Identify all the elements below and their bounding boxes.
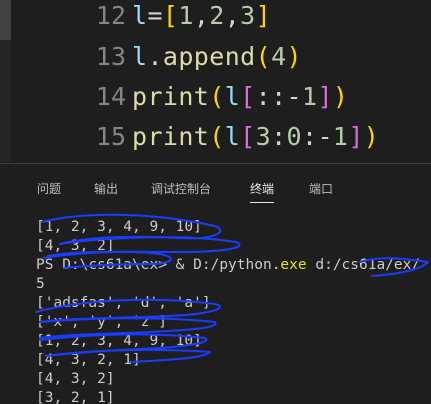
code-token: print: [132, 82, 210, 111]
code-token: ]: [255, 1, 272, 30]
code-token: ::: [255, 82, 287, 111]
code-editor[interactable]: 12 l=[1,2,3] 13 l.append(4) 14 print(l[::-1])…: [0, 0, 431, 162]
code-token: ): [286, 42, 302, 71]
code-token: (: [209, 122, 225, 151]
code-token: ): [363, 122, 380, 151]
terminal-line: [4, 3, 2, 1]: [36, 351, 431, 370]
code-token: l: [132, 1, 148, 30]
terminal-text: [1, 2, 3, 4, 9, 10]: [36, 333, 202, 349]
tab-ports[interactable]: 端口: [309, 180, 333, 197]
code-token: append: [162, 42, 256, 71]
terminal-line: [4, 3, 2]: [36, 237, 431, 256]
code-line[interactable]: 12 l=[1,2,3]: [0, 0, 431, 36]
tab-debug-console[interactable]: 调试控制台: [151, 180, 211, 197]
code-token: [: [240, 122, 256, 151]
code-text: print(l[3:0:-1]): [132, 117, 379, 157]
code-token: ,: [224, 1, 241, 30]
terminal-line: [4, 3, 2]: [36, 370, 431, 389]
terminal-line: ['adsfas', 'd', 'a']: [36, 294, 431, 313]
code-line[interactable]: 14 print(l[::-1]): [0, 77, 431, 117]
code-line[interactable]: 13 l.append(4): [0, 37, 431, 77]
code-token: ]: [348, 122, 364, 151]
code-token: [: [162, 1, 179, 30]
code-token: 3: [255, 122, 272, 151]
code-token: :: [301, 122, 318, 151]
terminal-text: PS D:\cs61a\ex> & D:/python: [36, 257, 272, 273]
code-text: l.append(4): [132, 37, 302, 77]
code-token: l: [224, 122, 241, 151]
terminal-text: [1, 2, 3, 4, 9, 10]: [36, 219, 202, 235]
tab-terminal[interactable]: 终端: [250, 180, 275, 203]
code-token: (: [209, 82, 225, 111]
tab-output[interactable]: 输出: [94, 180, 118, 197]
tab-problems[interactable]: 问题: [37, 180, 61, 197]
line-number: 12: [95, 1, 126, 30]
terminal-line: [1, 2, 3, 4, 9, 10]: [36, 332, 431, 351]
terminal-text: [4, 3, 2]: [36, 371, 115, 387]
terminal-text: ['x', 'y', 'z']: [36, 314, 167, 330]
code-token: :: [271, 122, 287, 151]
code-token: 3: [240, 1, 256, 30]
terminal-line: [1, 2, 3, 4, 9, 10]: [36, 218, 431, 237]
code-token: ,: [193, 1, 210, 30]
code-token: 4: [271, 42, 287, 71]
terminal-output[interactable]: [1, 2, 3, 4, 9, 10] [4, 3, 2] PS D:\cs61a\…: [36, 218, 431, 404]
terminal-text: [4, 3, 2]: [36, 238, 115, 254]
bottom-panel: 问题 输出 调试控制台 终端 端口 [1, 2, 3, 4, 9, 10] [4,…: [0, 163, 431, 404]
code-token: [: [240, 82, 256, 111]
code-token: ): [332, 82, 349, 111]
code-token: 0: [286, 122, 302, 151]
code-token: l: [224, 82, 241, 111]
code-token: ]: [317, 82, 333, 111]
line-number: 14: [95, 82, 126, 111]
terminal-line: PS D:\cs61a\ex> & D:/python.exe d:/cs61a…: [36, 256, 431, 275]
terminal-line: ['x', 'y', 'z']: [36, 313, 431, 332]
code-token: 2: [209, 1, 225, 30]
panel-tab-bar: 问题 输出 调试控制台 终端 端口: [0, 164, 431, 212]
code-text: print(l[::-1]): [132, 77, 348, 117]
terminal-text: .exe: [271, 257, 307, 273]
code-token: -: [317, 122, 333, 151]
terminal-line: [3, 2, 1]: [36, 389, 431, 404]
code-text: l=[1,2,3]: [132, 0, 271, 36]
code-token: 1: [178, 1, 194, 30]
code-token: 1: [301, 82, 318, 111]
code-token: (: [255, 42, 272, 71]
terminal-text: d:/cs61a/ex/: [306, 257, 421, 273]
terminal-text: [3, 2, 1]: [36, 390, 115, 404]
code-token: =: [147, 1, 163, 30]
code-token: .: [147, 42, 163, 71]
code-line[interactable]: 15 print(l[3:0:-1]): [0, 117, 431, 157]
line-number: 13: [95, 42, 126, 71]
line-number: 15: [95, 122, 126, 151]
terminal-line: 5: [36, 275, 431, 294]
code-token: -: [286, 82, 302, 111]
terminal-text: 5: [36, 276, 45, 292]
terminal-text: [4, 3, 2, 1]: [36, 352, 141, 368]
code-token: l: [132, 42, 148, 71]
code-token: print: [132, 122, 210, 151]
code-token: 1: [332, 122, 349, 151]
terminal-text: ['adsfas', 'd', 'a']: [36, 295, 211, 311]
